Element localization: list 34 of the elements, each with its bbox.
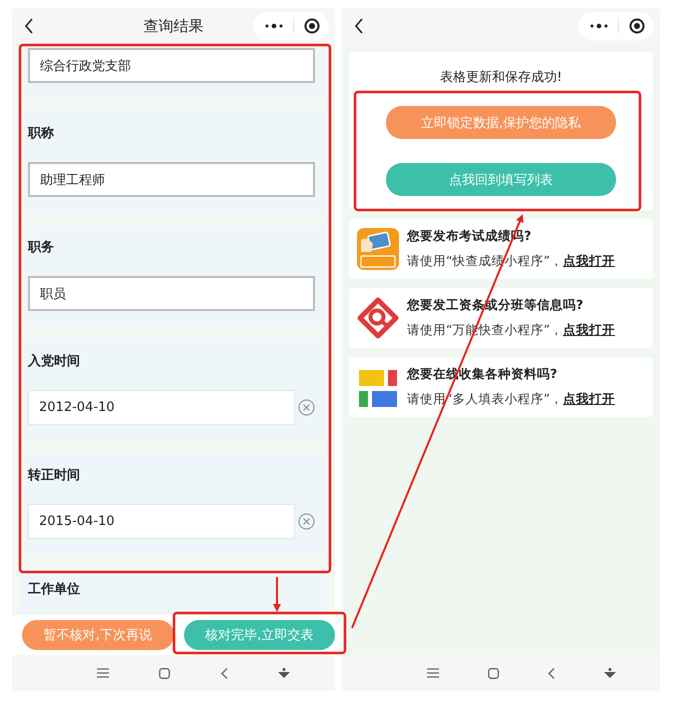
date-field[interactable]: 2012-04-10 bbox=[28, 390, 295, 425]
field-label: 职务 bbox=[28, 239, 55, 256]
field-label: 转正时间 bbox=[28, 467, 81, 484]
more-icon[interactable] bbox=[590, 23, 608, 29]
input-field[interactable]: 助理工程师 bbox=[28, 162, 315, 197]
menu-icon[interactable] bbox=[97, 668, 110, 678]
field-label: 工作单位 bbox=[28, 581, 81, 598]
close-target-icon[interactable] bbox=[304, 18, 320, 34]
input-field[interactable]: 综合行政党支部 bbox=[28, 48, 315, 83]
capsule-menu[interactable] bbox=[578, 12, 654, 40]
date-field[interactable]: 2015-04-10 bbox=[28, 504, 295, 539]
annotation-arrow bbox=[273, 577, 281, 612]
clear-icon[interactable] bbox=[298, 399, 315, 416]
back-icon[interactable] bbox=[24, 18, 34, 34]
magnifier-diamond-icon bbox=[357, 297, 399, 339]
field-label: 职称 bbox=[28, 125, 55, 142]
success-message: 表格更新和保存成功! bbox=[440, 69, 562, 86]
open-link[interactable]: 点我打开 bbox=[562, 253, 615, 270]
open-link[interactable]: 点我打开 bbox=[562, 322, 615, 339]
open-link[interactable]: 点我打开 bbox=[562, 391, 615, 408]
score-app-icon bbox=[357, 228, 399, 270]
down-arrow-icon[interactable] bbox=[604, 668, 616, 678]
close-target-icon[interactable] bbox=[629, 18, 645, 34]
field-label: 入党时间 bbox=[28, 353, 81, 370]
more-icon[interactable] bbox=[265, 23, 283, 29]
home-square-icon[interactable] bbox=[488, 668, 498, 678]
back-icon[interactable] bbox=[354, 18, 364, 34]
capsule-menu[interactable] bbox=[253, 12, 329, 40]
home-square-icon[interactable] bbox=[159, 668, 170, 678]
menu-icon[interactable] bbox=[426, 668, 438, 678]
page-title: 查询结果 bbox=[142, 16, 204, 36]
input-field[interactable]: 职员 bbox=[28, 276, 315, 311]
down-arrow-icon[interactable] bbox=[278, 668, 290, 678]
clear-icon[interactable] bbox=[298, 513, 315, 530]
